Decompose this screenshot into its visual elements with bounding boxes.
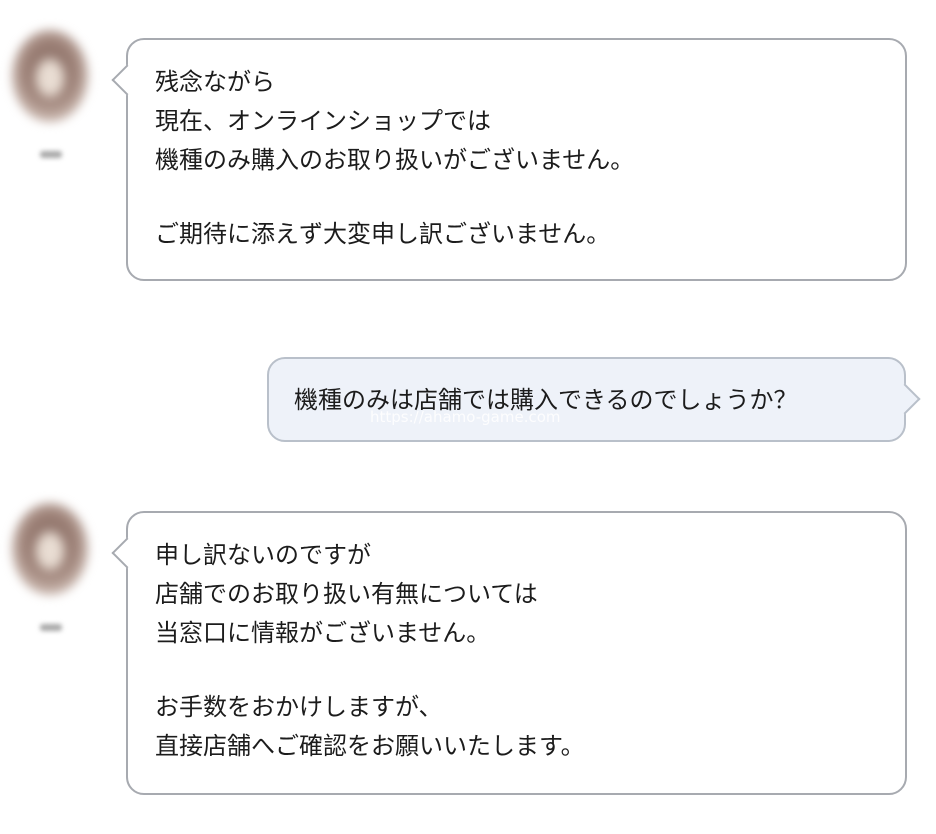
operator-avatar [12,503,88,595]
operator-message-bubble: 申し訳ないのですが 店舗でのお取り扱い有無については 当窓口に情報がございません… [111,511,907,795]
message-spacer [155,653,905,688]
message-line: 申し訳ないのですが [155,541,371,569]
message-line: 店舗でのお取り扱い有無については [155,580,538,608]
bubble-tail [111,64,143,96]
message-line: 当窓口に情報がございません。 [155,619,491,647]
message-line: 機種のみ購入のお取り扱いがございません。 [155,146,635,174]
operator-avatar [12,30,88,122]
message-line: 直接店舗へご確認をお願いいたします。 [155,732,585,760]
watermark-text: https://ahamo-game.com [370,408,561,426]
bubble-tail [111,537,143,569]
operator-message-bubble: 残念ながら 現在、オンラインショップでは 機種のみ購入のお取り扱いがございません… [111,38,907,281]
message-spacer [155,180,905,215]
message-line: お手数をおかけしますが、 [155,693,443,721]
message-line: ご期待に添えず大変申し訳ございません。 [155,220,611,248]
operator-name-blurred [40,151,62,158]
operator-name-blurred [40,624,62,631]
user-message-bubble: 機種のみは店舗では購入できるのでしょうか？ [267,357,921,442]
message-line: 残念ながら [155,68,275,96]
message-line: 現在、オンラインショップでは [155,107,491,135]
